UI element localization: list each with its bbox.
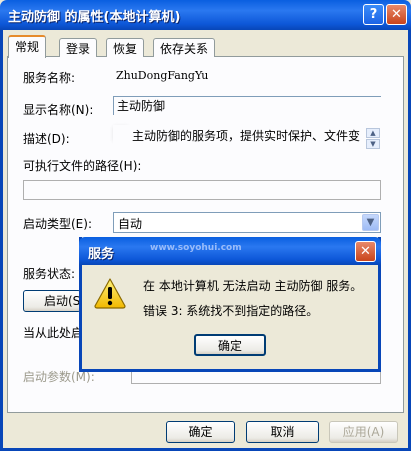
service-status-label: 服务状态: (23, 267, 76, 281)
display-name-field[interactable]: 主动防御 (113, 96, 381, 115)
start-from-here-label: 当从此处启 (23, 326, 84, 340)
scroll-up-icon[interactable]: ▲ (366, 128, 380, 138)
startup-type-select[interactable]: 自动 ▼ (113, 212, 381, 233)
service-name-label: 服务名称: (23, 71, 76, 85)
startup-type-label: 启动类型(E): (23, 217, 92, 231)
window-title: 主动防御 的属性(本地计算机) (8, 10, 181, 25)
cancel-button[interactable]: 取消 (246, 421, 319, 443)
tab-general[interactable]: 常规 (8, 35, 47, 58)
startup-type-value: 自动 (118, 217, 143, 231)
description-label: 描述(D): (23, 132, 70, 146)
dialog-ok-button[interactable]: 确定 (194, 334, 266, 356)
chevron-down-icon[interactable]: ▼ (362, 214, 379, 231)
dialog-title: 服务 (88, 247, 115, 262)
watermark: www.soyohui.com (150, 243, 242, 253)
close-button[interactable]: ✕ (386, 4, 407, 25)
dialog-message: 在 本地计算机 无法启动 主动防御 服务。 (143, 279, 363, 293)
dialog-close-button[interactable]: ✕ (355, 241, 376, 262)
description-field[interactable]: 主动防御的服务项，提供实时保护、文件变 (113, 125, 381, 149)
tab-logon[interactable]: 登录 (59, 38, 98, 57)
tab-recovery[interactable]: 恢复 (106, 38, 145, 57)
exe-path-field[interactable] (23, 180, 381, 200)
display-name-label: 显示名称(N): (23, 103, 94, 117)
help-button[interactable]: ? (363, 4, 384, 25)
dialog-error: 错误 3: 系统找不到指定的路径。 (143, 304, 319, 318)
apply-button[interactable]: 应用(A) (329, 421, 398, 443)
scroll-down-icon[interactable]: ▼ (366, 139, 380, 149)
tab-dependencies[interactable]: 依存关系 (153, 38, 216, 57)
exe-path-label: 可执行文件的路径(H): (23, 159, 142, 173)
warning-icon (94, 278, 126, 309)
service-name-value: ZhuDongFangYu (116, 69, 209, 82)
ok-button[interactable]: 确定 (166, 421, 235, 443)
start-button[interactable]: 启动(S (23, 290, 81, 312)
